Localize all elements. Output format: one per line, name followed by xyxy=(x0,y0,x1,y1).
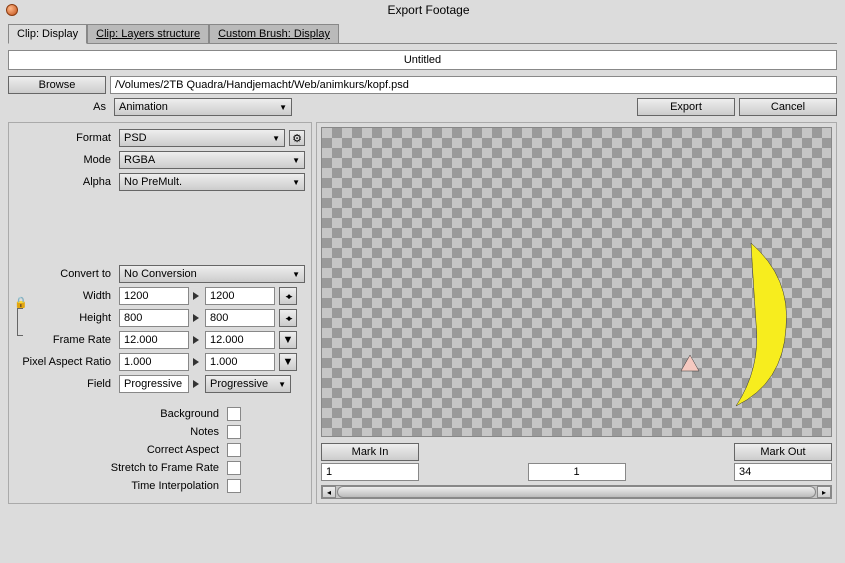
height-label: Height xyxy=(15,312,115,324)
framerate-label: Frame Rate xyxy=(15,334,115,346)
field-source[interactable]: Progressive xyxy=(119,375,189,393)
browse-button[interactable]: Browse xyxy=(8,76,106,94)
mode-value: RGBA xyxy=(124,154,155,166)
height-target[interactable]: 800 xyxy=(205,309,275,327)
par-target[interactable]: 1.000 xyxy=(205,353,275,371)
dropdown-icon: ▼ xyxy=(272,134,280,143)
link-icon: ◂▸ xyxy=(285,291,290,302)
correct-aspect-label: Correct Aspect xyxy=(15,444,223,456)
spacer: 1 xyxy=(423,463,730,481)
format-select[interactable]: PSD ▼ xyxy=(119,129,285,147)
format-options-button[interactable]: ⚙ xyxy=(289,130,305,146)
dropdown-icon: ▼ xyxy=(292,270,300,279)
cancel-button[interactable]: Cancel xyxy=(739,98,837,116)
scroll-left-button[interactable]: ◂ xyxy=(322,486,336,498)
width-target[interactable]: 1200 xyxy=(205,287,275,305)
mode-select[interactable]: RGBA ▼ xyxy=(119,151,305,169)
tab-border xyxy=(339,43,837,44)
time-interp-checkbox[interactable] xyxy=(227,479,241,493)
background-label: Background xyxy=(15,408,223,420)
preview-canvas[interactable] xyxy=(321,127,832,437)
lock-bracket xyxy=(17,308,23,336)
preview-panel: Mark In Mark Out 1 1 34 ◂ ▸ xyxy=(316,122,837,504)
height-source[interactable]: 800 xyxy=(119,309,189,327)
preview-nose xyxy=(679,353,701,373)
dimension-lock[interactable]: 🔒 xyxy=(14,296,26,336)
time-interp-label: Time Interpolation xyxy=(15,480,223,492)
stretch-checkbox[interactable] xyxy=(227,461,241,475)
convert-value: No Conversion xyxy=(124,268,197,280)
lock-icon: 🔒 xyxy=(14,296,26,308)
scroll-thumb[interactable] xyxy=(337,486,816,498)
framerate-target[interactable]: 12.000 xyxy=(205,331,275,349)
background-checkbox[interactable] xyxy=(227,407,241,421)
link-icon: ◂▸ xyxy=(285,313,290,324)
spacer xyxy=(15,195,305,265)
alpha-select[interactable]: No PreMult. ▼ xyxy=(119,173,305,191)
mode-label: Mode xyxy=(15,154,115,166)
tab-clip-layers[interactable]: Clip: Layers structure xyxy=(87,24,209,44)
alpha-value: No PreMult. xyxy=(124,176,182,188)
framerate-menu-button[interactable]: ▼ xyxy=(279,331,297,349)
as-value: Animation xyxy=(119,101,168,113)
notes-checkbox[interactable] xyxy=(227,425,241,439)
stretch-label: Stretch to Frame Rate xyxy=(15,462,223,474)
notes-label: Notes xyxy=(15,426,223,438)
field-target-select[interactable]: Progressive ▼ xyxy=(205,375,291,393)
as-label: As xyxy=(8,101,110,113)
field-target-value: Progressive xyxy=(210,378,268,390)
height-link-button[interactable]: ◂▸ xyxy=(279,309,297,327)
width-label: Width xyxy=(15,290,115,302)
dropdown-icon: ▼ xyxy=(279,103,287,112)
tab-custom-brush[interactable]: Custom Brush: Display xyxy=(209,24,339,44)
scroll-right-button[interactable]: ▸ xyxy=(817,486,831,498)
tab-clip-display[interactable]: Clip: Display xyxy=(8,24,87,44)
format-value: PSD xyxy=(124,132,147,144)
arrow-icon xyxy=(193,336,199,344)
spacer xyxy=(423,443,730,461)
dropdown-icon: ▼ xyxy=(292,156,300,165)
preview-content xyxy=(701,238,791,408)
convert-label: Convert to xyxy=(15,268,115,280)
dropdown-icon: ▼ xyxy=(278,380,286,389)
par-label: Pixel Aspect Ratio xyxy=(15,356,115,368)
arrow-icon xyxy=(193,358,199,366)
dropdown-icon: ▼ xyxy=(292,178,300,187)
window-title: Export Footage xyxy=(18,3,839,17)
width-source[interactable]: 1200 xyxy=(119,287,189,305)
mark-out-button[interactable]: Mark Out xyxy=(734,443,832,461)
dropdown-icon: ▼ xyxy=(283,334,294,346)
clip-title-field[interactable]: Untitled xyxy=(8,50,837,70)
path-field[interactable]: /Volumes/2TB Quadra/Handjemacht/Web/anim… xyxy=(110,76,837,94)
timeline-scrollbar[interactable]: ◂ ▸ xyxy=(321,485,832,499)
framerate-source[interactable]: 12.000 xyxy=(119,331,189,349)
par-source[interactable]: 1.000 xyxy=(119,353,189,371)
field-label: Field xyxy=(15,378,115,390)
format-label: Format xyxy=(15,132,115,144)
range-start-field[interactable]: 1 xyxy=(321,463,419,481)
window-close-button[interactable] xyxy=(6,4,18,16)
settings-panel: Format PSD ▼ ⚙ Mode RGBA ▼ Alpha xyxy=(8,122,312,504)
range-end-field[interactable]: 34 xyxy=(734,463,832,481)
width-link-button[interactable]: ◂▸ xyxy=(279,287,297,305)
convert-select[interactable]: No Conversion ▼ xyxy=(119,265,305,283)
par-menu-button[interactable]: ▼ xyxy=(279,353,297,371)
mark-in-button[interactable]: Mark In xyxy=(321,443,419,461)
dropdown-icon: ▼ xyxy=(283,356,294,368)
arrow-icon xyxy=(193,292,199,300)
spacer xyxy=(15,397,305,407)
alpha-label: Alpha xyxy=(15,176,115,188)
export-button[interactable]: Export xyxy=(637,98,735,116)
arrow-icon xyxy=(193,314,199,322)
gear-icon: ⚙ xyxy=(292,132,302,145)
range-current-field[interactable]: 1 xyxy=(528,463,626,481)
correct-aspect-checkbox[interactable] xyxy=(227,443,241,457)
as-select[interactable]: Animation ▼ xyxy=(114,98,292,116)
arrow-icon xyxy=(193,380,199,388)
